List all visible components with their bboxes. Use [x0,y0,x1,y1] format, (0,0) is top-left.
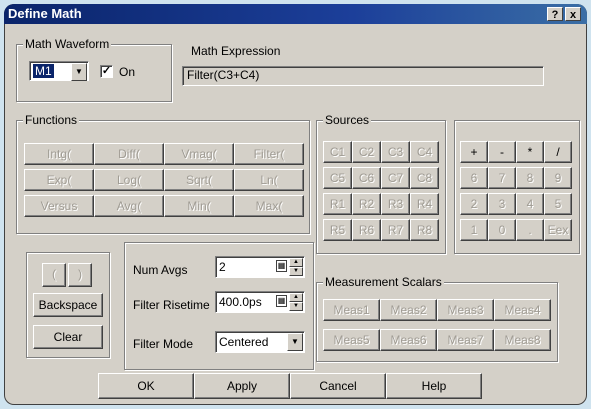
key-9-button[interactable]: 9 [544,167,572,189]
ok-button[interactable]: OK [98,373,194,399]
edit-group: ( ) Backspace Clear [26,252,110,358]
func-sqrt-button[interactable]: Sqrt( [164,169,234,191]
math-expression-field[interactable]: Filter(C3+C4) [182,66,544,86]
on-label: On [119,65,136,79]
key-divide-button[interactable]: / [544,141,572,163]
key-1-button[interactable]: 1 [460,219,488,241]
func-log-button[interactable]: Log( [94,169,164,191]
define-math-dialog: Define Math ? x Math Waveform M1 ▼ ✓ On … [4,4,587,405]
spinner-icon[interactable]: ▲ ▼ [289,293,303,311]
source-r1-button[interactable]: R1 [323,193,352,215]
filter-mode-value: Centered [219,335,269,349]
close-title-button[interactable]: x [565,7,581,21]
func-intg-button[interactable]: Intg( [24,143,94,165]
filter-risetime-value: 400.0ps [219,295,262,309]
key-4-button[interactable]: 4 [516,193,544,215]
source-r6-button[interactable]: R6 [352,219,381,241]
meas4-button[interactable]: Meas4 [494,299,551,321]
num-avgs-input[interactable]: 2 ▦ ▲ ▼ [215,256,305,278]
functions-label: Functions [23,113,80,127]
help-title-button[interactable]: ? [547,7,563,21]
calculator-icon[interactable]: ▦ [276,295,287,307]
params-group: Num Avgs 2 ▦ ▲ ▼ Filter Risetime 400.0ps … [124,242,314,370]
math-waveform-select[interactable]: M1 ▼ [29,61,89,81]
source-c4-button[interactable]: C4 [410,141,439,163]
measurement-scalars-label: Measurement Scalars [323,275,444,289]
func-exp-button[interactable]: Exp( [24,169,94,191]
spinner-icon[interactable]: ▲ ▼ [289,258,303,276]
meas6-button[interactable]: Meas6 [380,329,437,351]
sources-label: Sources [323,113,372,127]
title-bar: Define Math ? x [4,4,587,24]
source-c3-button[interactable]: C3 [381,141,410,163]
filter-risetime-input[interactable]: 400.0ps ▦ ▲ ▼ [215,291,305,313]
meas3-button[interactable]: Meas3 [437,299,494,321]
functions-group: Functions Intg( Diff( Vmag( Filter( Exp(… [16,113,310,234]
func-ln-button[interactable]: Ln( [234,169,304,191]
key-2-button[interactable]: 2 [460,193,488,215]
func-avg-button[interactable]: Avg( [94,195,164,217]
func-max-button[interactable]: Max( [234,195,304,217]
key-5-button[interactable]: 5 [544,193,572,215]
calculator-icon[interactable]: ▦ [276,260,287,272]
func-min-button[interactable]: Min( [164,195,234,217]
meas5-button[interactable]: Meas5 [323,329,380,351]
key-6-button[interactable]: 6 [460,167,488,189]
clear-button[interactable]: Clear [33,325,103,349]
backspace-button[interactable]: Backspace [33,293,103,317]
math-waveform-label: Math Waveform [23,37,112,51]
filter-mode-label: Filter Mode [133,337,194,351]
open-paren-button[interactable]: ( [42,263,66,287]
filter-mode-select[interactable]: Centered ▼ [215,331,305,353]
source-r2-button[interactable]: R2 [352,193,381,215]
meas7-button[interactable]: Meas7 [437,329,494,351]
chevron-down-icon[interactable]: ▼ [71,63,87,81]
func-vmag-button[interactable]: Vmag( [164,143,234,165]
window-title: Define Math [8,6,82,21]
source-c2-button[interactable]: C2 [352,141,381,163]
meas1-button[interactable]: Meas1 [323,299,380,321]
math-expression-label: Math Expression [191,44,281,58]
keypad-group: + - * / 6 7 8 9 2 3 4 5 1 0 . Eex [454,120,580,254]
num-avgs-label: Num Avgs [133,263,188,277]
source-c8-button[interactable]: C8 [410,167,439,189]
source-c6-button[interactable]: C6 [352,167,381,189]
sources-group: Sources C1 C2 C3 C4 C5 C6 C7 C8 R1 R2 R3… [316,113,446,254]
key-7-button[interactable]: 7 [488,167,516,189]
source-r7-button[interactable]: R7 [381,219,410,241]
func-diff-button[interactable]: Diff( [94,143,164,165]
source-r4-button[interactable]: R4 [410,193,439,215]
measurement-scalars-group: Measurement Scalars Meas1 Meas2 Meas3 Me… [316,275,558,362]
source-r5-button[interactable]: R5 [323,219,352,241]
filter-risetime-label: Filter Risetime [133,298,210,312]
source-c7-button[interactable]: C7 [381,167,410,189]
math-waveform-group: Math Waveform M1 ▼ ✓ On [16,37,172,102]
source-r3-button[interactable]: R3 [381,193,410,215]
source-c1-button[interactable]: C1 [323,141,352,163]
func-versus-button[interactable]: Versus [24,195,94,217]
key-plus-button[interactable]: + [460,141,488,163]
meas8-button[interactable]: Meas8 [494,329,551,351]
num-avgs-value: 2 [219,260,226,274]
chevron-down-icon[interactable]: ▼ [287,333,303,351]
key-decimal-button[interactable]: . [516,219,544,241]
help-button[interactable]: Help [386,373,482,399]
source-r8-button[interactable]: R8 [410,219,439,241]
meas2-button[interactable]: Meas2 [380,299,437,321]
math-waveform-value: M1 [33,64,54,78]
key-minus-button[interactable]: - [488,141,516,163]
on-checkbox[interactable]: ✓ [100,65,113,78]
func-filter-button[interactable]: Filter( [234,143,304,165]
cancel-button[interactable]: Cancel [290,373,386,399]
close-paren-button[interactable]: ) [68,263,92,287]
key-8-button[interactable]: 8 [516,167,544,189]
check-icon: ✓ [101,65,112,77]
key-0-button[interactable]: 0 [488,219,516,241]
key-multiply-button[interactable]: * [516,141,544,163]
source-c5-button[interactable]: C5 [323,167,352,189]
key-eex-button[interactable]: Eex [544,219,572,241]
apply-button[interactable]: Apply [194,373,290,399]
key-3-button[interactable]: 3 [488,193,516,215]
